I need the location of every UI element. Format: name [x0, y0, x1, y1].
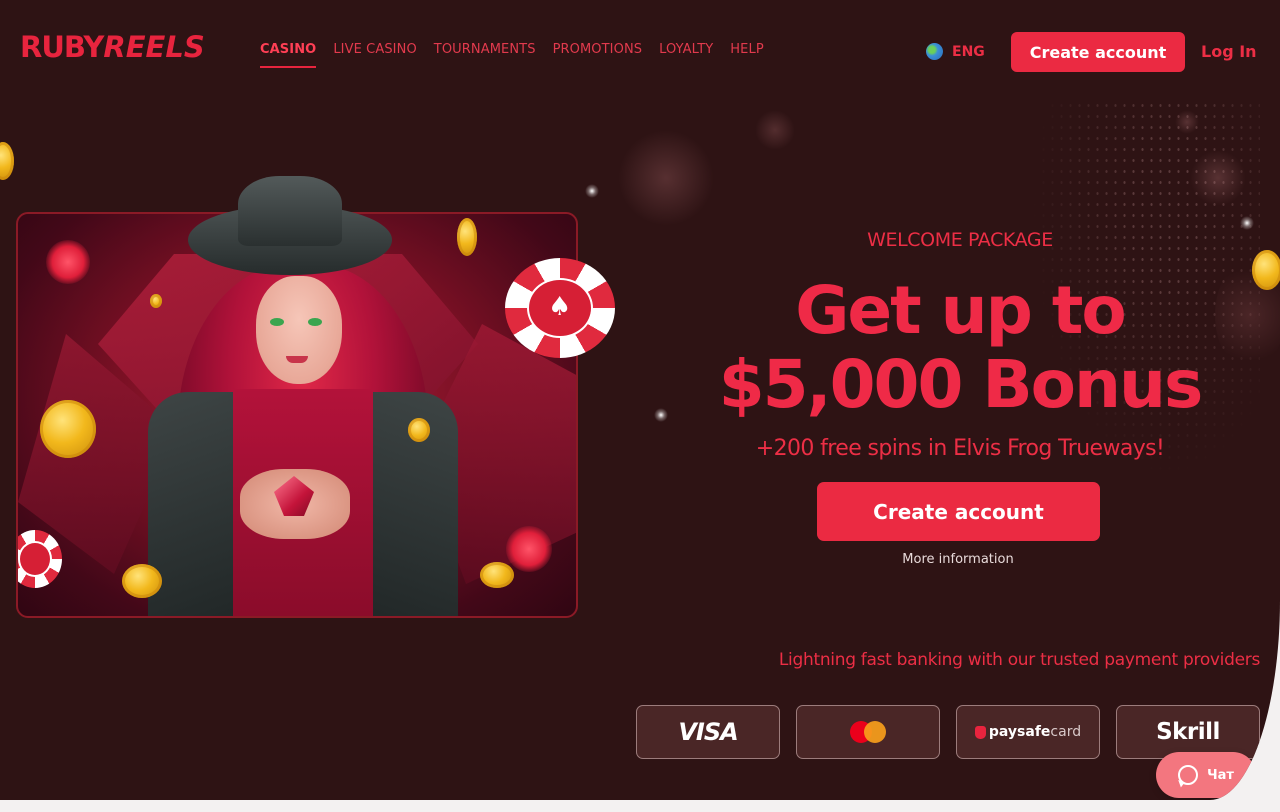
- cowgirl-mouth: [286, 356, 308, 363]
- nav-item-casino[interactable]: CASINO: [260, 42, 317, 68]
- background-bokeh: [618, 130, 714, 226]
- glowing-chip-icon: [506, 526, 552, 572]
- gold-coin-icon: [408, 418, 430, 442]
- nav-item-tournaments[interactable]: TOURNAMENTS: [434, 42, 536, 68]
- gold-coin-icon: [150, 294, 162, 308]
- cowgirl-eye: [308, 318, 322, 326]
- cowgirl-eye: [270, 318, 284, 326]
- welcome-eyebrow: WELCOME PACKAGE: [867, 229, 1053, 251]
- nav-item-promotions[interactable]: PROMOTIONS: [553, 42, 643, 68]
- logo-text-ruby: RUBY: [20, 30, 104, 64]
- paysafecard-logo: paysafe card: [974, 724, 1082, 740]
- gold-coin-icon: [122, 564, 162, 598]
- mastercard-yellow-circle: [864, 721, 886, 743]
- ruby-reels-logo[interactable]: RUBYREELS: [20, 33, 205, 62]
- mastercard-logo: [850, 721, 886, 743]
- glowing-chip-icon: [46, 240, 90, 284]
- gold-coin-icon: [480, 562, 514, 588]
- payment-skrill[interactable]: Skrill: [1116, 705, 1260, 759]
- chat-bubble-icon: [1178, 765, 1199, 785]
- header-create-account-button[interactable]: Create account: [1011, 32, 1185, 72]
- payments-title: Lightning fast banking with our trusted …: [778, 650, 1260, 670]
- background-bokeh: [755, 110, 795, 150]
- payment-paysafecard[interactable]: paysafe card: [956, 705, 1100, 759]
- spade-icon: ♠: [548, 292, 572, 322]
- paysafecard-mark-icon: [974, 725, 986, 739]
- login-link[interactable]: Log In: [1201, 42, 1257, 61]
- page: RUBYREELS CASINO LIVE CASINO TOURNAMENTS…: [0, 0, 1280, 800]
- hero-subline: +200 free spins in Elvis Frog Trueways!: [755, 436, 1165, 461]
- logo-text-reels: REELS: [103, 30, 205, 64]
- payment-visa[interactable]: VISA: [636, 705, 780, 759]
- poker-chip-icon: [18, 530, 62, 588]
- paysafecard-text-bold: paysafe: [988, 724, 1051, 740]
- globe-icon: [926, 43, 943, 60]
- gold-coin-icon: [40, 400, 96, 458]
- main-nav: CASINO LIVE CASINO TOURNAMENTS PROMOTION…: [260, 42, 781, 68]
- nav-item-live-casino[interactable]: LIVE CASINO: [333, 42, 416, 68]
- language-selector[interactable]: ENG: [926, 43, 985, 60]
- skrill-logo: Skrill: [1156, 719, 1220, 745]
- more-information-link[interactable]: More information: [858, 552, 1058, 567]
- hero-headline: Get up to $5,000 Bonus: [640, 274, 1280, 422]
- payment-mastercard[interactable]: [796, 705, 940, 759]
- sparkle-icon: [585, 184, 599, 198]
- headline-line-2: $5,000 Bonus: [718, 346, 1204, 423]
- site-header: RUBYREELS CASINO LIVE CASINO TOURNAMENTS…: [0, 0, 1280, 100]
- headline-line-1: Get up to: [795, 272, 1127, 349]
- sparkle-icon: [1240, 216, 1254, 230]
- nav-item-help[interactable]: HELP: [730, 42, 763, 68]
- chat-label: Чат: [1207, 767, 1234, 783]
- gold-coin-icon: [457, 218, 477, 256]
- cowgirl-face: [256, 276, 342, 384]
- nav-item-loyalty[interactable]: LOYALTY: [659, 42, 713, 68]
- cowboy-hat-icon: [238, 176, 342, 246]
- language-label: ENG: [952, 43, 985, 60]
- paysafecard-text-light: card: [1050, 724, 1082, 740]
- gold-coin-icon: [0, 142, 14, 180]
- hero-create-account-button[interactable]: Create account: [817, 482, 1100, 541]
- visa-logo: VISA: [678, 718, 738, 746]
- chat-button[interactable]: Чат: [1156, 752, 1256, 798]
